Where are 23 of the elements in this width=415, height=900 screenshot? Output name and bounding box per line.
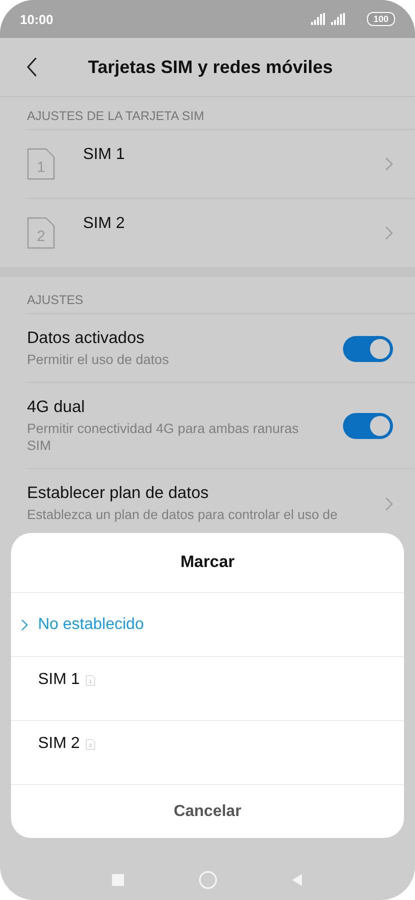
section-header: AJUSTES — [26, 292, 84, 309]
chevron-right-icon — [385, 157, 393, 171]
battery-indicator: 100 — [367, 12, 395, 26]
setting-description: Permitir conectividad 4G para ambas ranuras SIM — [27, 420, 300, 454]
setting-title: Establecer plan de datos — [27, 484, 210, 503]
setting-title: Datos activados — [27, 329, 146, 348]
status-time: 10:00 — [20, 12, 54, 26]
cancel-button[interactable]: Cancelar — [11, 785, 404, 838]
chevron-right-icon — [385, 496, 393, 510]
selected-chevron-icon — [21, 618, 28, 630]
toggle-switch[interactable] — [343, 413, 393, 439]
page-title: Tarjetas SIM y redes móviles — [88, 56, 333, 78]
row-title: SIM 1 — [83, 146, 126, 164]
row-title: SIM 2 — [83, 215, 126, 233]
setting-title: 4G dual — [27, 398, 86, 417]
dialog-title: Marcar — [11, 533, 404, 593]
setting-description: Establezca un plan de datos para controlar el uso de — [27, 506, 338, 523]
signal-icon — [311, 13, 347, 25]
setting-description: Permitir el uso de datos — [27, 351, 170, 368]
chevron-right-icon — [385, 226, 393, 240]
section-header: AJUSTES DE LA TARJETA SIM — [26, 108, 206, 125]
toggle-switch[interactable] — [343, 336, 393, 362]
back-icon[interactable] — [26, 57, 38, 77]
